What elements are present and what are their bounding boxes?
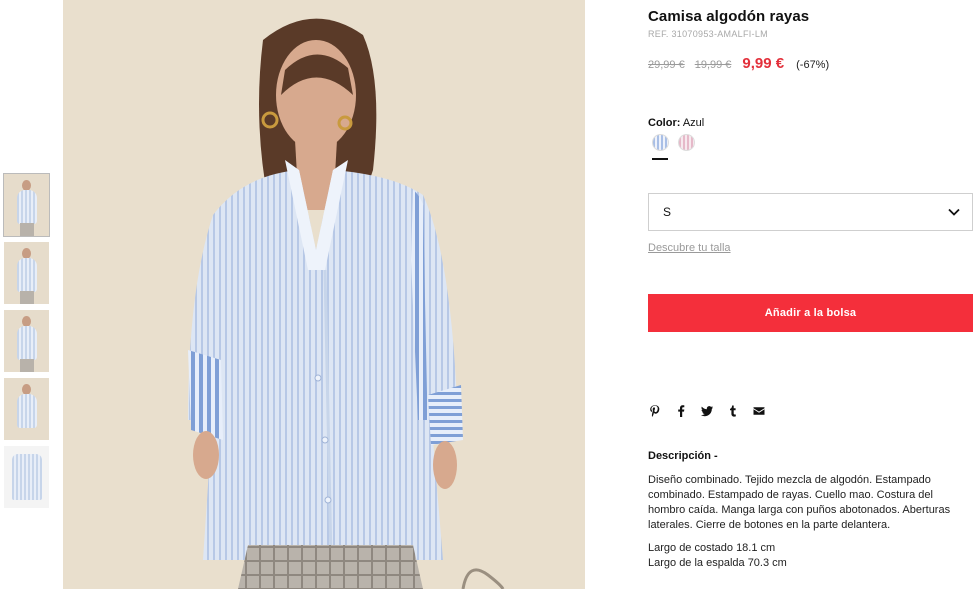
color-label: Color: — [648, 117, 681, 129]
facebook-icon[interactable] — [674, 404, 688, 418]
color-swatch-blue[interactable] — [652, 134, 669, 151]
pinterest-icon[interactable] — [648, 404, 662, 418]
thumbnail-shirt — [12, 454, 42, 500]
thumbnail-shirt — [17, 326, 37, 360]
size-selected-value: S — [663, 205, 672, 219]
twitter-icon[interactable] — [700, 404, 714, 418]
selected-swatch-indicator — [652, 158, 668, 160]
thumbnail-4[interactable] — [4, 378, 49, 440]
main-product-image — [63, 0, 585, 589]
thumbnail-shirt — [17, 394, 37, 428]
description-title: Descripción - — [648, 450, 718, 462]
thumbnail-shirt — [17, 190, 37, 224]
product-ref: REF. 31070953-AMALFI-LM — [648, 29, 768, 39]
price-original-1: 29,99 € — [648, 59, 685, 71]
color-label-row: Color: Azul — [648, 117, 704, 129]
price-original-2: 19,99 € — [694, 59, 732, 71]
product-title: Camisa algodón rayas — [648, 8, 810, 25]
price-current: 9,99 € — [742, 55, 785, 72]
description-body: Diseño combinado. Tejido mezcla de algod… — [648, 474, 951, 531]
thumbnail-shirt — [17, 258, 37, 292]
thumbnail-2[interactable] — [4, 242, 49, 304]
size-guide-link[interactable]: Descubre tu talla — [648, 242, 731, 254]
thumbnail-list — [3, 173, 50, 514]
discount-badge: (-67%) — [796, 59, 830, 71]
color-swatches — [652, 134, 695, 151]
thumbnail-1[interactable] — [3, 173, 50, 237]
tumblr-icon[interactable] — [726, 404, 740, 418]
measure-back-length: Largo de la espalda 70.3 cm — [648, 557, 787, 569]
add-to-bag-button[interactable]: Añadir a la bolsa — [648, 294, 973, 332]
chevron-down-icon — [948, 208, 960, 216]
price-row: 29,99 € 19,99 € 9,99 € (-67%) — [648, 55, 829, 72]
model-photo-illustration — [63, 0, 585, 589]
size-select[interactable]: S — [648, 193, 973, 231]
measure-side-length: Largo de costado 18.1 cm — [648, 542, 776, 554]
thumbnail-legs — [20, 223, 34, 236]
color-swatch-pink[interactable] — [678, 134, 695, 151]
thumbnail-5[interactable] — [4, 446, 49, 508]
color-value: Azul — [682, 117, 705, 129]
thumbnail-3[interactable] — [4, 310, 49, 372]
thumbnail-legs — [20, 359, 34, 372]
share-icons — [648, 404, 766, 418]
mail-icon[interactable] — [752, 404, 766, 418]
thumbnail-legs — [20, 291, 34, 304]
